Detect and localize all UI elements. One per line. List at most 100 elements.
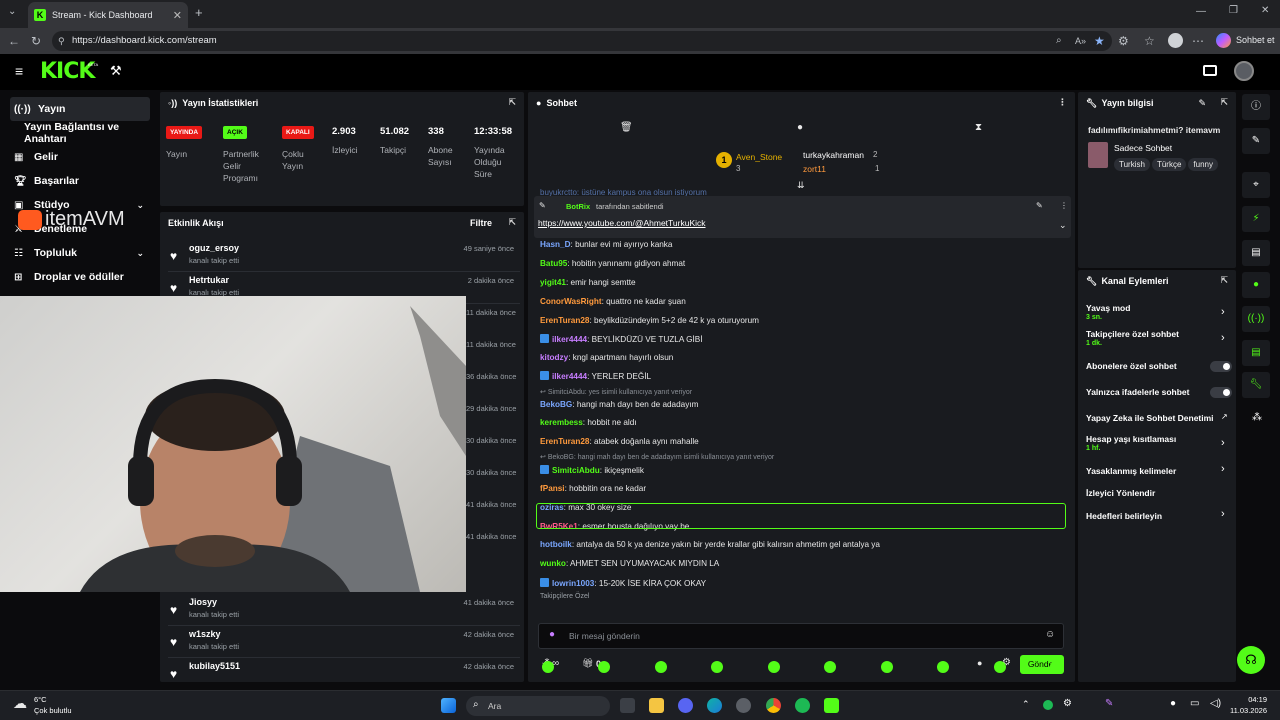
chat-username[interactable]: Batu95	[540, 259, 567, 268]
sidebar-item-stream-key[interactable]: Yayın Bağlantısı ve Anahtarı	[10, 121, 150, 145]
popout-icon[interactable]: ⇱	[508, 217, 516, 228]
connections-icon[interactable]: ⁂	[1252, 412, 1262, 423]
window-close-icon[interactable]: ✕	[1261, 5, 1269, 16]
emote-icon[interactable]	[711, 661, 723, 673]
chat-username[interactable]: lowrin1003	[552, 579, 594, 588]
emote-icon[interactable]	[542, 661, 554, 673]
followers-only-row[interactable]: Takipçilere özel sohbet 1 dk.	[1086, 329, 1236, 347]
network-icon[interactable]: ▭	[1190, 698, 1199, 709]
clock-date[interactable]: 11.03.2026	[1226, 706, 1267, 715]
profile-avatar-icon[interactable]	[1168, 33, 1183, 48]
subscribers-only-toggle[interactable]	[1210, 361, 1232, 372]
activity-user[interactable]: oguz_ersoy	[189, 243, 239, 253]
external-link-icon[interactable]: ↗	[1221, 412, 1228, 421]
tab-close-icon[interactable]: ✕	[173, 9, 182, 22]
sidebar-item-yayin[interactable]: ((·)) Yayın	[10, 97, 150, 121]
kick-logo[interactable]: KICK	[40, 59, 95, 84]
sidebar-item-droplar[interactable]: ⊞ Droplar ve ödüller	[10, 265, 150, 289]
file-explorer-icon[interactable]	[649, 698, 664, 713]
discord-icon[interactable]	[678, 698, 693, 713]
maximize-icon[interactable]: ❐	[1229, 5, 1238, 16]
browser-tab[interactable]: K Stream - Kick Dashboard ✕	[28, 2, 188, 28]
chat-username[interactable]: SimitciAbdu	[552, 466, 600, 475]
leaderboard-user[interactable]: Aven_Stone	[736, 152, 782, 162]
info-icon[interactable]: ⓘ	[1242, 94, 1270, 120]
tag[interactable]: Türkçe	[1151, 158, 1187, 171]
capture-icon[interactable]: ⌖	[1242, 172, 1270, 198]
chat-username[interactable]: ilker4444	[552, 335, 587, 344]
back-icon[interactable]: ←	[8, 28, 20, 54]
chat-username[interactable]: kitodzy	[540, 353, 568, 362]
leaderboard-user[interactable]: turkaykahraman	[803, 150, 864, 160]
new-tab-icon[interactable]: +	[195, 5, 203, 20]
emote-icon[interactable]	[598, 661, 610, 673]
more-icon[interactable]: ⋯	[1192, 28, 1204, 54]
clipboard-icon[interactable]: ▤	[1242, 240, 1270, 266]
site-info-icon[interactable]: ⚲	[58, 31, 65, 51]
tray-steam-icon[interactable]: ⚙	[1063, 698, 1072, 709]
microphone-icon[interactable]: ●	[1170, 698, 1176, 709]
pencil-icon[interactable]: ✎	[1242, 128, 1270, 154]
chat-username[interactable]: ErenTuran28	[540, 316, 589, 325]
layout-icon[interactable]: ▤	[1242, 340, 1270, 366]
emote-icon[interactable]	[937, 661, 949, 673]
raid-row[interactable]: İzleyici Yönlendir	[1086, 488, 1236, 498]
menu-icon[interactable]: ≡	[15, 63, 23, 79]
chevron-right-icon[interactable]: ›	[1221, 306, 1225, 318]
spotify-icon[interactable]	[795, 698, 810, 713]
hourglass-icon[interactable]: ⧗	[975, 122, 982, 133]
emoji-icon[interactable]: ☺	[1045, 629, 1055, 640]
chat-username[interactable]: ilker4444	[552, 372, 587, 381]
sidebar-item-topluluk[interactable]: ☷ Topluluk ⌄	[10, 241, 150, 265]
chat-bubble-icon[interactable]: ●	[797, 122, 803, 133]
task-view-icon[interactable]	[620, 698, 635, 713]
zoom-icon[interactable]: ⌕	[1056, 28, 1062, 54]
emote-icon[interactable]	[881, 661, 893, 673]
chat-username[interactable]: ConorWasRight	[540, 297, 602, 306]
hammer-icon[interactable]: ⚒	[110, 63, 122, 79]
emote-icon[interactable]	[655, 661, 667, 673]
activity-user[interactable]: Hetrtukar	[189, 275, 229, 285]
pinned-by-user[interactable]: BotRix	[566, 202, 590, 211]
extensions-icon[interactable]: ⚙	[1118, 28, 1129, 54]
chat-username[interactable]: yigit41	[540, 278, 566, 287]
goals-row[interactable]: Hedefleri belirleyin	[1086, 511, 1236, 521]
banned-words-row[interactable]: Yasaklanmış kelimeler	[1086, 466, 1236, 476]
category-thumbnail[interactable]	[1088, 142, 1108, 168]
edit-icon[interactable]: ✎	[1198, 98, 1206, 109]
pinned-link[interactable]: https://www.youtube.com/@AhmetTurkuKick	[538, 218, 706, 228]
chat-username[interactable]: hotboilk	[540, 540, 572, 549]
chat-settings-bubble-icon[interactable]: ●	[977, 658, 982, 668]
sidebar-item-gelir[interactable]: ▦ Gelir	[10, 145, 150, 169]
activity-user[interactable]: w1szky	[189, 629, 221, 639]
tab-list-icon[interactable]: ⌄	[8, 6, 16, 17]
leaderboard-user[interactable]: zort11	[803, 164, 826, 174]
chat-username[interactable]: BekoBG	[540, 400, 572, 409]
chat-username[interactable]: wunko	[540, 559, 566, 568]
sidebar-item-basarilar[interactable]: 🏆︎ Başarılar	[10, 169, 150, 193]
url-field[interactable]: ⚲ https://dashboard.kick.com/stream	[52, 31, 1112, 51]
slow-mode-row[interactable]: Yavaş mod 3 sn.	[1086, 303, 1236, 321]
chat-username[interactable]: ErenTuran28	[540, 437, 589, 446]
chat-more-icon[interactable]: ⋮	[1058, 97, 1067, 108]
user-avatar[interactable]	[1234, 61, 1254, 81]
help-icon[interactable]: ☊	[1237, 646, 1265, 674]
broadcast-rail-icon[interactable]: ((·))	[1242, 306, 1270, 332]
kick-app-icon[interactable]	[824, 698, 839, 713]
category-name[interactable]: Sadece Sohbet	[1114, 143, 1172, 153]
activity-user[interactable]: kubilay5151	[189, 661, 240, 671]
tag[interactable]: funny	[1188, 158, 1218, 171]
popout-icon[interactable]: ⇱	[508, 97, 516, 108]
obs-icon[interactable]	[736, 698, 751, 713]
windows-start-icon[interactable]	[441, 698, 456, 713]
minimize-icon[interactable]: —	[1196, 6, 1206, 17]
copilot-icon[interactable]	[1216, 33, 1231, 48]
chat-rail-icon[interactable]: ●	[1242, 272, 1270, 298]
clock-time[interactable]: 04:19	[1231, 695, 1267, 704]
tray-chevron-icon[interactable]: ⌃	[1022, 699, 1030, 710]
tag[interactable]: Turkish	[1114, 158, 1150, 171]
trash-icon[interactable]: 🗑︎	[620, 122, 633, 133]
chat-username[interactable]: fPansi	[540, 484, 565, 493]
emote-icon[interactable]	[1050, 661, 1062, 673]
activity-user[interactable]: Jiosyy	[189, 597, 217, 607]
